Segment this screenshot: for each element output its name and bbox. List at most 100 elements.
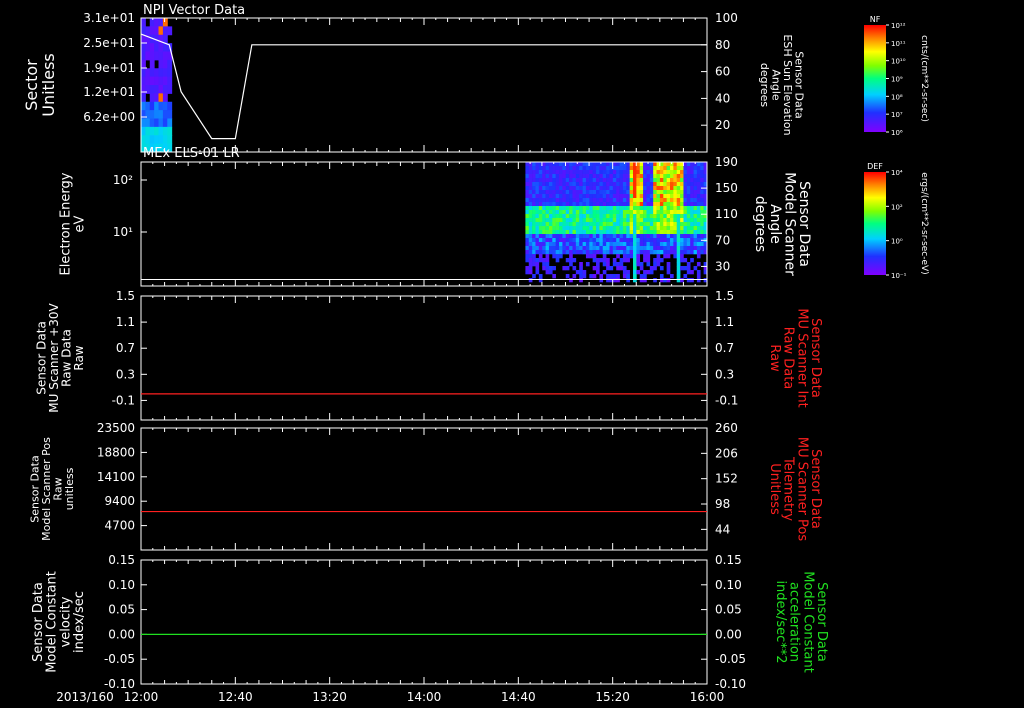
heatmap-cell [602,218,607,223]
heatmap-cell [629,214,634,219]
heatmap-cell [622,242,627,247]
heatmap-cell [606,190,610,195]
heatmap-cell [592,170,597,175]
heatmap-cell [693,222,698,227]
heatmap-cell [596,242,600,247]
heatmap-cell [562,214,567,219]
heatmap-cell [545,254,550,259]
heatmap-cell [162,76,168,86]
heatmap-cell [700,226,704,231]
heatmap-cell [649,210,654,215]
heatmap-cell [538,254,543,259]
heatmap-cell [535,162,540,167]
right-y-tick-label: 110 [715,207,738,221]
heatmap-cell [585,202,590,207]
heatmap-cell [700,170,704,175]
heatmap-cell [616,262,620,267]
heatmap-cell [680,266,684,271]
heatmap-cell [643,274,647,279]
heatmap-cell [659,182,664,187]
heatmap-cell [653,174,657,179]
heatmap-cell [562,222,567,227]
heatmap-cell [559,230,563,235]
x-tick-label: 14:40 [501,690,536,704]
heatmap-cell [633,206,637,211]
heatmap-cell [646,178,651,183]
heatmap-cell [535,166,540,171]
heatmap-cell [599,198,604,203]
heatmap-cell [676,170,681,175]
heatmap-cell [602,206,607,211]
heatmap-cell [599,206,604,211]
heatmap-cell [545,262,550,267]
heatmap-cell [663,230,667,235]
heatmap-cell [619,242,624,247]
heatmap-cell [646,194,651,199]
heatmap-cell [545,190,550,195]
heatmap-cell [585,226,590,231]
heatmap-cell [565,202,570,207]
heatmap-cell [572,242,577,247]
heatmap-cell [690,210,694,215]
heatmap-cell [653,266,657,271]
heatmap-cell [626,218,630,223]
heatmap-cell [619,186,624,191]
heatmap-cell [585,174,590,179]
heatmap-cell [696,218,701,223]
heatmap-cell [167,126,173,136]
heatmap-cell [562,266,567,271]
heatmap-cell [680,198,684,203]
heatmap-cell [626,250,630,255]
heatmap-cell [162,93,168,103]
heatmap-cell [676,242,681,247]
right-axis-label-line: Sensor Data [796,181,812,267]
heatmap-cell [680,250,684,255]
heatmap-cell [656,206,661,211]
heatmap-cell [559,254,563,259]
heatmap-cell [141,110,146,119]
heatmap-cell [154,51,160,61]
heatmap-cell [656,262,661,267]
heatmap-cell [572,178,577,183]
heatmap-cell [599,238,604,243]
right-y-tick-label: 44 [715,522,730,536]
heatmap-cell [680,230,684,235]
heatmap-cell [626,254,630,259]
heatmap-cell [158,110,164,119]
heatmap-cell [643,278,647,283]
heatmap-cell [619,162,624,167]
heatmap-cell [622,202,627,207]
heatmap-cell [528,210,533,215]
heatmap-cell [659,166,664,171]
heatmap-cell [659,258,664,263]
heatmap-cell [690,174,694,179]
heatmap-cell [575,270,580,275]
heatmap-cell [616,222,620,227]
heatmap-cell [629,190,634,195]
right-y-tick-label: 1.5 [715,289,734,303]
heatmap-cell [589,210,593,215]
heatmap-cell [622,170,627,175]
heatmap-cell [646,202,651,207]
heatmap-cell [538,258,543,263]
heatmap-cell [606,210,610,215]
right-y-tick-label: 152 [715,472,738,486]
heatmap-cell [609,202,614,207]
heatmap-cell [646,238,651,243]
heatmap-cell [602,250,607,255]
heatmap-cell [599,246,604,251]
heatmap-cell [656,186,661,191]
panel-title: NPI Vector Data [143,3,245,18]
heatmap-cell [653,246,657,251]
right-y-tick-label: 40 [715,91,730,105]
heatmap-cell [606,174,610,179]
heatmap-cell [596,230,600,235]
heatmap-cell [619,178,624,183]
heatmap-cell [656,174,661,179]
heatmap-cell [596,238,600,243]
heatmap-cell [149,18,155,27]
heatmap-cell [673,182,678,187]
heatmap-cell [555,182,560,187]
heatmap-cell [579,230,583,235]
heatmap-cell [612,190,617,195]
